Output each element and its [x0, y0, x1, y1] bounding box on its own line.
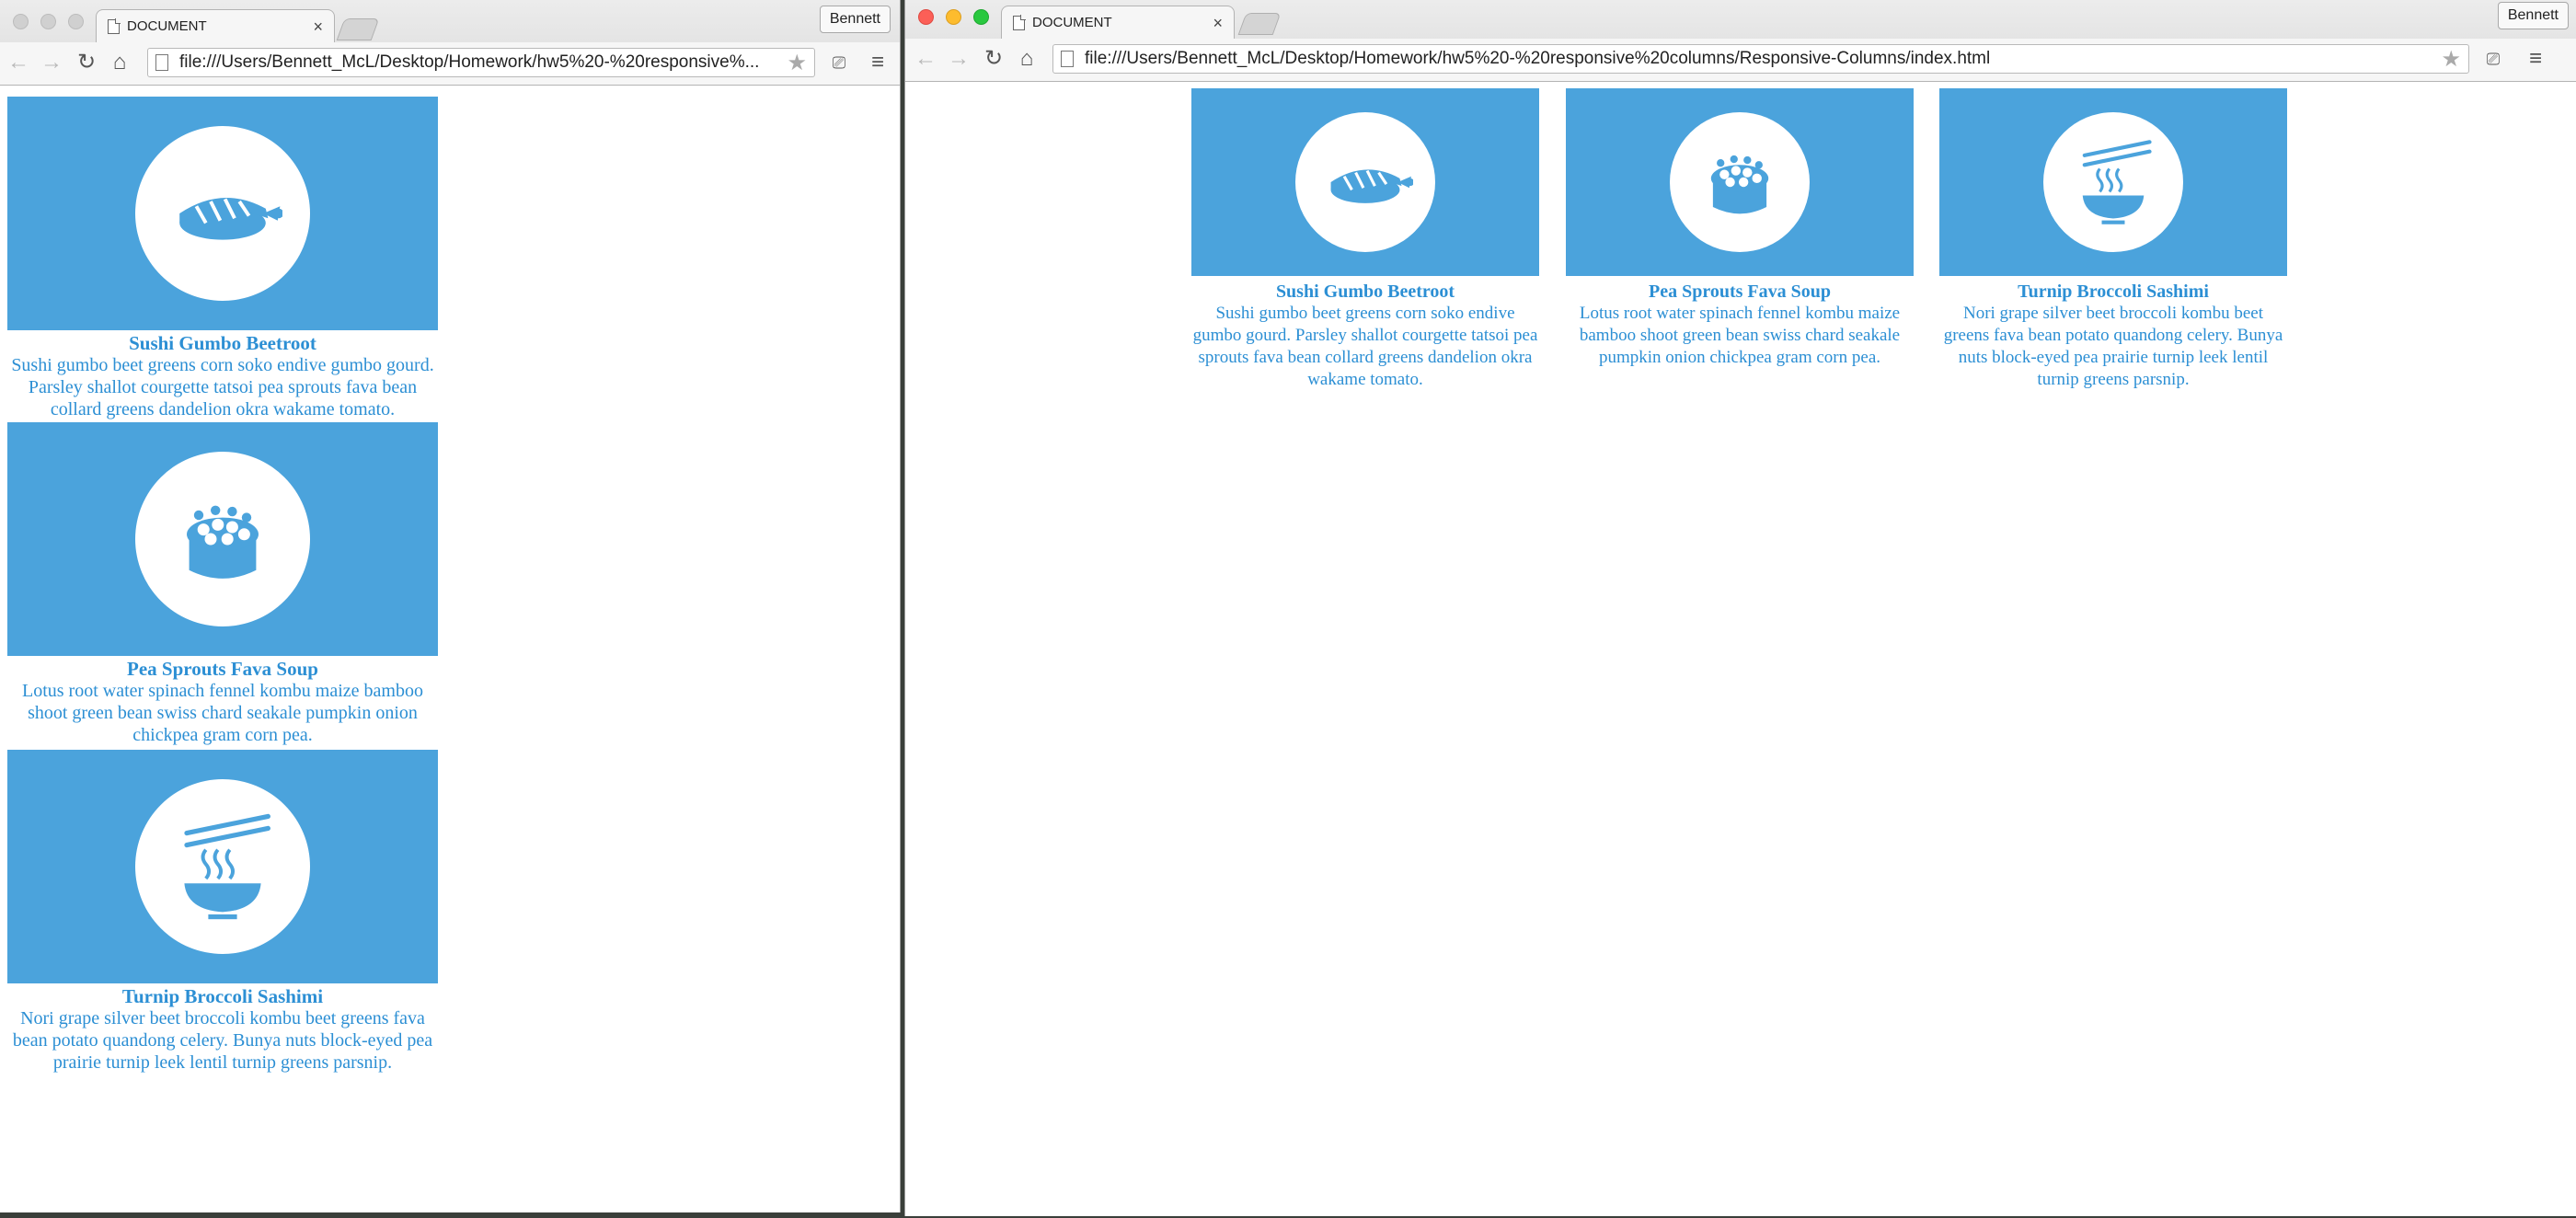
left-browser-window: DOCUMENT × Bennett ← → ↻ ⌂ file:///Users… — [0, 0, 901, 1212]
card-image — [7, 750, 438, 983]
roe-sushi-icon — [1710, 155, 1769, 214]
card-sushi-gumbo: Sushi Gumbo Beetroot Sushi gumbo beet gr… — [7, 97, 438, 420]
sushi-icon — [1329, 167, 1413, 205]
address-bar[interactable]: file:///Users/Bennett_McL/Desktop/Homewo… — [147, 48, 815, 77]
new-tab-button[interactable] — [1237, 13, 1282, 35]
noodle-bowl-icon — [163, 807, 282, 926]
minimize-window-button[interactable] — [946, 9, 961, 25]
card-pea-sprouts: Pea Sprouts Fava Soup Lotus root water s… — [1566, 88, 1914, 369]
url-text: file:///Users/Bennett_McL/Desktop/Homewo… — [1085, 49, 1991, 68]
roe-sushi-icon — [187, 505, 259, 579]
maximize-window-button[interactable] — [68, 14, 84, 29]
profile-button[interactable]: Bennett — [819, 6, 891, 33]
card-sushi-gumbo: Sushi Gumbo Beetroot Sushi gumbo beet gr… — [1191, 88, 1539, 391]
maximize-window-button[interactable] — [973, 9, 989, 25]
home-icon[interactable]: ⌂ — [1014, 46, 1040, 72]
cast-icon[interactable]: ⎚ — [2480, 46, 2506, 72]
card-description: Sushi gumbo beet greens corn soko endive… — [1192, 304, 1538, 389]
forward-arrow-icon[interactable]: → — [946, 46, 972, 72]
close-window-button[interactable] — [13, 14, 29, 29]
card-description: Sushi gumbo beet greens corn soko endive… — [11, 355, 434, 419]
browser-tab[interactable]: DOCUMENT × — [1001, 6, 1235, 39]
close-tab-icon[interactable]: × — [313, 18, 323, 35]
cast-icon[interactable]: ⎚ — [826, 50, 852, 75]
noodle-bowl-icon — [2065, 134, 2161, 230]
menu-icon[interactable]: ≡ — [865, 50, 891, 75]
page-content: Sushi Gumbo Beetroot Sushi gumbo beet gr… — [0, 86, 900, 1212]
toolbar: ← → ↻ ⌂ file:///Users/Bennett_McL/Deskto… — [0, 42, 900, 85]
sushi-icon — [178, 196, 282, 242]
icon-circle — [135, 452, 310, 626]
card-description: Lotus root water spinach fennel kombu ma… — [1579, 304, 1901, 367]
toolbar: ← → ↻ ⌂ file:///Users/Bennett_McL/Deskto… — [905, 39, 2576, 81]
window-controls — [918, 9, 989, 25]
card-title: Sushi Gumbo Beetroot — [129, 332, 316, 354]
icon-circle — [1670, 112, 1810, 252]
close-window-button[interactable] — [918, 9, 934, 25]
card-title: Turnip Broccoli Sashimi — [121, 985, 324, 1007]
bookmark-star-icon[interactable]: ★ — [787, 50, 807, 76]
card-image — [1566, 88, 1914, 276]
reload-icon[interactable]: ↻ — [74, 50, 99, 75]
page-icon — [1061, 51, 1074, 67]
address-bar[interactable]: file:///Users/Bennett_McL/Desktop/Homewo… — [1052, 44, 2469, 74]
card-description: Nori grape silver beet broccoli kombu be… — [1943, 304, 2283, 389]
right-browser-window: DOCUMENT × Bennett ← → ↻ ⌂ file:///Users… — [904, 0, 2576, 1216]
browser-chrome: DOCUMENT × Bennett ← → ↻ ⌂ file:///Users… — [905, 0, 2576, 82]
card-title: Turnip Broccoli Sashimi — [2018, 282, 2209, 302]
forward-arrow-icon[interactable]: → — [39, 50, 64, 75]
minimize-window-button[interactable] — [40, 14, 56, 29]
document-icon — [108, 17, 121, 34]
page-content: Sushi Gumbo Beetroot Sushi gumbo beet gr… — [905, 82, 2576, 1216]
card-turnip-broccoli: Turnip Broccoli Sashimi Nori grape silve… — [7, 750, 438, 1074]
icon-circle — [1295, 112, 1435, 252]
tab-title: DOCUMENT — [127, 18, 207, 34]
page-icon — [155, 54, 168, 71]
tab-title: DOCUMENT — [1032, 15, 1112, 30]
browser-chrome: DOCUMENT × Bennett ← → ↻ ⌂ file:///Users… — [0, 0, 900, 86]
card-title: Sushi Gumbo Beetroot — [1275, 282, 1455, 302]
new-tab-button[interactable] — [336, 18, 380, 40]
profile-button[interactable]: Bennett — [2497, 2, 2569, 29]
icon-circle — [135, 779, 310, 954]
close-tab-icon[interactable]: × — [1213, 15, 1223, 31]
card-image — [1191, 88, 1539, 276]
back-arrow-icon[interactable]: ← — [6, 50, 31, 75]
card-description: Nori grape silver beet broccoli kombu be… — [12, 1008, 433, 1073]
window-controls — [13, 14, 84, 29]
card-pea-sprouts: Pea Sprouts Fava Soup Lotus root water s… — [7, 422, 438, 746]
home-icon[interactable]: ⌂ — [107, 50, 132, 75]
browser-tab[interactable]: DOCUMENT × — [96, 9, 335, 42]
reload-icon[interactable]: ↻ — [981, 46, 1006, 72]
icon-circle — [2043, 112, 2183, 252]
card-description: Lotus root water spinach fennel kombu ma… — [22, 681, 423, 745]
back-arrow-icon[interactable]: ← — [913, 46, 938, 72]
menu-icon[interactable]: ≡ — [2523, 46, 2548, 72]
card-image — [7, 422, 438, 656]
icon-circle — [135, 126, 310, 301]
card-image — [7, 97, 438, 330]
bookmark-star-icon[interactable]: ★ — [2441, 46, 2461, 73]
url-text: file:///Users/Bennett_McL/Desktop/Homewo… — [179, 52, 760, 72]
card-title: Pea Sprouts Fava Soup — [127, 658, 318, 680]
document-icon — [1013, 14, 1026, 30]
card-turnip-broccoli: Turnip Broccoli Sashimi Nori grape silve… — [1939, 88, 2287, 391]
card-title: Pea Sprouts Fava Soup — [1648, 282, 1831, 302]
card-image — [1939, 88, 2287, 276]
